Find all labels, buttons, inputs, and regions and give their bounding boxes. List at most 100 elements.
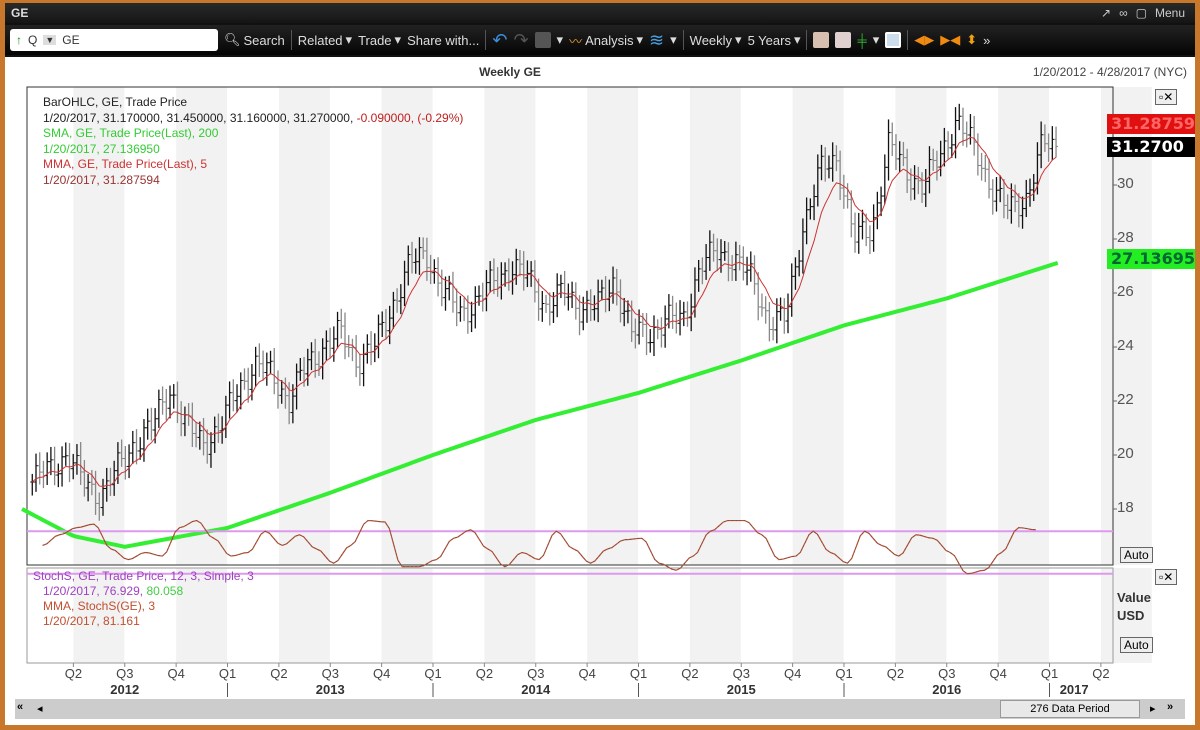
x-tick-label: Q1 (629, 666, 648, 681)
x-tick-label: Q2 (681, 666, 699, 681)
popout-icon[interactable]: ↗ (1101, 6, 1111, 20)
x-tick-label: Q1 (218, 666, 237, 681)
template-icon[interactable] (835, 32, 852, 48)
range-select[interactable]: 5 Years ▾ (748, 32, 801, 48)
stoch-legend-values: 1/20/2017, 76.929, 80.058 (43, 584, 184, 598)
y-tick-label: 30 (1117, 175, 1134, 192)
mma-price-tag: 31.28759 (1107, 114, 1195, 134)
year-label: 2017 (1059, 682, 1089, 697)
stoch-legend-title: StochS, GE, Trade Price, 12, 3, Simple, … (33, 569, 254, 583)
y-tick-label: 28 (1117, 229, 1134, 246)
x-tick-label: Q2 (475, 666, 494, 681)
quarter-band (278, 568, 330, 663)
bar-change: -0.090000, (-0.29%) (356, 110, 464, 125)
menu-button[interactable]: Menu (1155, 6, 1185, 20)
mma-legend-title: MMA, GE, Trade Price(Last), 5 (43, 157, 208, 171)
sma-legend-value: 1/20/2017, 27.136950 (43, 141, 160, 156)
x-tick-label: Q2 (1092, 666, 1110, 681)
scroll-thumb[interactable]: 276 Data Period (1000, 700, 1140, 718)
quarter-band (689, 87, 741, 565)
quarter-band (381, 568, 433, 663)
trade-button[interactable]: Trade ▾ (358, 32, 401, 48)
sma-price-tag: 27.13695 (1107, 249, 1195, 269)
chart-type-icon[interactable] (813, 32, 830, 48)
x-tick-label: Q1 (424, 666, 442, 681)
y-tick-label: 20 (1117, 445, 1134, 462)
expand-horizontal-icon[interactable]: ◀▶ (914, 32, 934, 48)
related-button[interactable]: Related ▾ (298, 32, 352, 48)
scroll-start-button[interactable]: « (17, 701, 23, 713)
x-tick-label: Q4 (989, 666, 1007, 681)
x-tick-label: Q2 (64, 666, 83, 681)
stoch-pane-restore-button[interactable]: ▫✕ (1155, 569, 1178, 585)
y-tick-label: 22 (1117, 391, 1134, 408)
toolbar: ↑ Q ▼ GE 🔍︎ Search Related ▾ Trade ▾ Share … (5, 25, 1195, 55)
crosshair-icon[interactable]: ╪ (857, 33, 866, 48)
symbol-input[interactable]: ↑ Q ▼ GE (10, 29, 218, 51)
period-select[interactable]: Weekly ▾ (690, 32, 742, 48)
quarter-band (895, 568, 947, 663)
x-tick-label: Q3 (527, 666, 545, 681)
x-tick-label: Q1 (835, 666, 853, 681)
last-price-tag: 31.2700 (1107, 137, 1195, 157)
price-legend: BarOHLC, GE, Trade Price 1/20/2017, 31.1… (43, 95, 463, 188)
chevron-down-icon[interactable]: ▼ (43, 35, 57, 45)
window-icon[interactable]: ▢ (1136, 6, 1147, 20)
stoch-axis-label: Value USD (1117, 590, 1151, 623)
analysis-icon: 〰 (569, 33, 583, 49)
x-tick-label: Q2 (270, 666, 288, 681)
search-button[interactable]: 🔍︎ Search (224, 32, 285, 48)
window-title: GE (11, 6, 29, 20)
y-tick-label: 26 (1117, 283, 1134, 300)
scroll-right-button[interactable]: ▸ (1150, 702, 1156, 715)
symbol-prefix[interactable]: Q (28, 33, 37, 47)
title-bar: GE ↗ ∞ ▢ Menu (5, 3, 1195, 23)
x-tick-label: Q3 (732, 666, 750, 681)
horizontal-scrollbar[interactable]: « ◂ 276 Data Period ▸ » (15, 699, 1185, 719)
scroll-left-button[interactable]: ◂ (37, 702, 43, 715)
compress-horizontal-icon[interactable]: ▶◀ (940, 32, 960, 48)
app-window: GE ↗ ∞ ▢ Menu ↑ Q ▼ GE 🔍︎ Search Related ▾ Tr… (5, 3, 1195, 725)
expand-vertical-icon[interactable]: ⬍ (966, 32, 977, 48)
stoch-mma-title: MMA, StochS(GE), 3 (43, 599, 156, 613)
x-tick-label: Q4 (783, 666, 802, 681)
link-icon[interactable]: ∞ (1119, 6, 1128, 20)
zoom-box-icon[interactable] (885, 32, 902, 48)
quarter-band (998, 568, 1050, 663)
bar-legend-values: 1/20/2017, 31.170000, 31.450000, 31.1600… (43, 110, 464, 125)
quarter-band (1100, 87, 1152, 565)
sma-legend-title: SMA, GE, Trade Price(Last), 200 (43, 126, 219, 140)
stoch-legend: StochS, GE, Trade Price, 12, 3, Simple, … (33, 569, 254, 629)
auto-scale-button[interactable]: Auto (1120, 547, 1153, 563)
x-tick-label: Q2 (886, 666, 905, 681)
studies-icon[interactable]: ≋ (649, 30, 664, 51)
stoch-auto-scale-button[interactable]: Auto (1120, 637, 1153, 653)
redo-icon[interactable]: ↷ (513, 30, 528, 51)
analysis-button[interactable]: 〰 Analysis ▾ (569, 31, 643, 50)
quarter-band (587, 568, 639, 663)
x-tick-label: Q3 (938, 666, 956, 681)
quarter-band (587, 87, 639, 565)
y-tick-label: 24 (1117, 337, 1134, 354)
undo-icon[interactable]: ↶ (492, 30, 507, 51)
symbol-value[interactable]: GE (62, 33, 79, 47)
year-label: 2014 (521, 682, 551, 697)
x-tick-label: Q4 (372, 666, 391, 681)
y-tick-label: 18 (1117, 499, 1134, 516)
bar-legend-title: BarOHLC, GE, Trade Price (43, 95, 188, 109)
year-label: 2015 (726, 682, 756, 697)
year-label: 2016 (932, 682, 962, 697)
share-button[interactable]: Share with... (407, 33, 479, 48)
more-icon[interactable]: » (983, 33, 990, 48)
x-tick-label: Q1 (1040, 666, 1059, 681)
folder-icon[interactable] (534, 32, 551, 48)
quarter-band (484, 568, 536, 663)
up-arrow-icon: ↑ (16, 33, 22, 47)
x-tick-label: Q3 (321, 666, 339, 681)
scroll-end-button[interactable]: » (1167, 701, 1173, 713)
mma-legend-value: 1/20/2017, 31.287594 (43, 172, 160, 187)
x-tick-label: Q4 (167, 666, 185, 681)
chart-area[interactable]: Weekly GE 1/20/2012 - 4/28/2017 (NYC) Ba… (5, 57, 1195, 725)
pane-restore-button[interactable]: ▫✕ (1155, 89, 1178, 105)
year-label: 2013 (315, 682, 345, 697)
